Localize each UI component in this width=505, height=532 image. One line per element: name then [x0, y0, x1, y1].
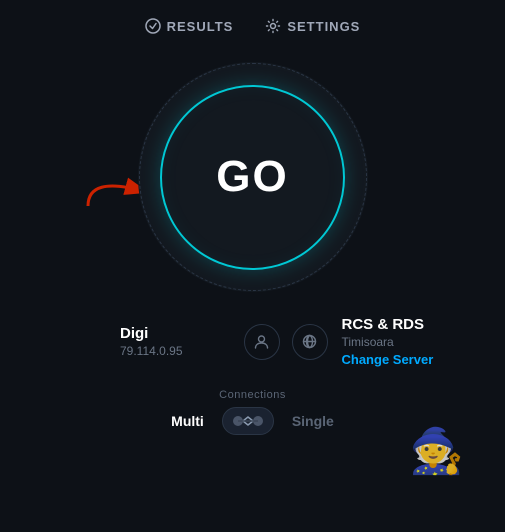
globe-icon-button[interactable]	[292, 324, 328, 360]
speed-gauge: GO	[138, 62, 368, 292]
results-check-icon	[145, 18, 161, 34]
connections-section: Connections Multi Single	[0, 389, 505, 435]
results-nav-item[interactable]: RESULTS	[145, 18, 234, 34]
results-label: RESULTS	[167, 19, 234, 34]
user-icon-button[interactable]	[244, 324, 280, 360]
info-row: Digi 79.114.0.95 RCS & RDS Timisoara Cha…	[0, 316, 505, 367]
go-label: GO	[216, 152, 288, 202]
server-info: RCS & RDS Timisoara Change Server	[328, 316, 466, 367]
settings-gear-icon	[265, 18, 281, 34]
connections-label: Connections	[219, 389, 286, 401]
center-icons	[244, 324, 328, 360]
server-name: RCS & RDS	[342, 316, 425, 333]
connections-toggle-switch[interactable]	[222, 407, 274, 435]
ip-address: 79.114.0.95	[120, 344, 183, 358]
settings-nav-item[interactable]: SETTINGS	[265, 18, 360, 34]
go-button[interactable]: GO	[175, 100, 330, 255]
settings-label: SETTINGS	[287, 19, 360, 34]
outer-ring: GO	[138, 62, 368, 292]
server-location: Timisoara	[342, 335, 394, 349]
top-navigation: RESULTS SETTINGS	[0, 0, 505, 44]
connections-toggle: Multi Single	[171, 407, 334, 435]
single-option[interactable]: Single	[292, 413, 334, 429]
change-server-button[interactable]: Change Server	[342, 352, 434, 367]
isp-name: Digi	[120, 325, 148, 342]
multi-option[interactable]: Multi	[171, 413, 204, 429]
isp-info: Digi 79.114.0.95	[40, 325, 244, 358]
watermark-decoration: 🧙	[409, 430, 473, 494]
inner-ring: GO	[160, 85, 345, 270]
